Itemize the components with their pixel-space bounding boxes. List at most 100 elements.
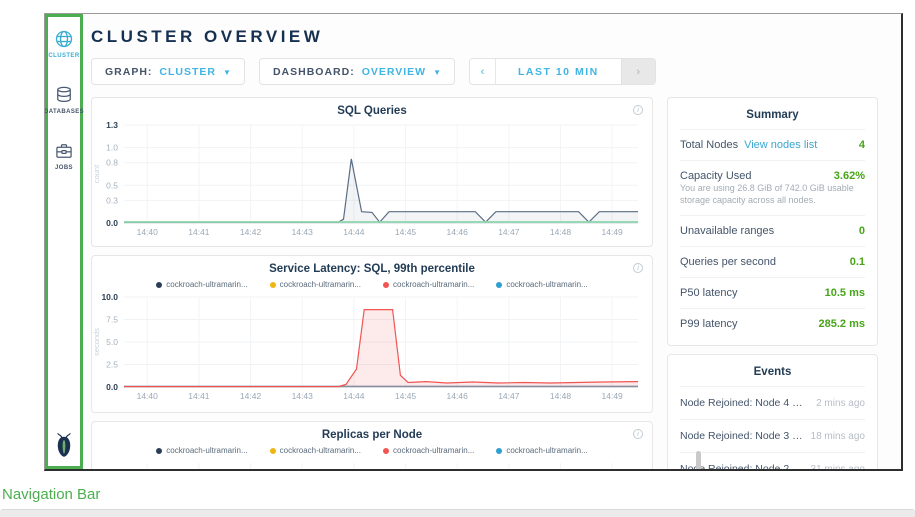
database-icon (54, 85, 74, 105)
event-row[interactable]: Node Rejoined: Node 4 rej... 2 mins ago (680, 386, 865, 419)
time-prev-button[interactable]: ‹ (470, 59, 496, 84)
svg-text:0.3: 0.3 (106, 195, 118, 205)
event-time: 31 mins ago (811, 464, 865, 472)
summary-title: Summary (680, 98, 865, 129)
replicas-per-node-chart-card: Replicas per Node i cockroach-ultramarin… (91, 421, 653, 471)
svg-text:14:42: 14:42 (240, 391, 262, 401)
screenshot-stage: CLUSTER DATABASES (0, 0, 915, 517)
chevron-down-icon: ▼ (433, 68, 441, 77)
capacity-used-value: 3.62% (834, 170, 865, 182)
summary-panel: Summary Total Nodes View nodes list 4 (667, 97, 878, 346)
briefcase-icon (54, 141, 74, 161)
svg-text:14:45: 14:45 (395, 227, 417, 237)
time-range-label[interactable]: LAST 10 MIN (496, 59, 621, 84)
legend-label: cockroach-ultramarin... (280, 446, 361, 455)
page-title: CLUSTER OVERVIEW (91, 27, 901, 47)
info-icon[interactable]: i (633, 263, 643, 273)
time-range-selector: ‹ LAST 10 MIN › (469, 58, 656, 85)
p99-latency-label: P99 latency (680, 318, 737, 330)
info-icon[interactable]: i (633, 105, 643, 115)
sidebar-item-label: CLUSTER (48, 53, 79, 59)
navigation-bar: CLUSTER DATABASES (45, 14, 83, 469)
main-content: CLUSTER OVERVIEW GRAPH: CLUSTER ▼ DASHBO… (83, 14, 901, 469)
svg-text:0.5: 0.5 (106, 180, 118, 190)
svg-text:0.8: 0.8 (106, 158, 118, 168)
svg-text:14:40: 14:40 (137, 227, 159, 237)
svg-text:5.0: 5.0 (106, 337, 118, 347)
p99-latency-value: 285.2 ms (819, 318, 865, 330)
events-title: Events (680, 355, 865, 386)
info-icon[interactable]: i (633, 429, 643, 439)
legend-item: cockroach-ultramarin... (270, 280, 361, 289)
chart-canvas: 0.02.55.07.510.014:4014:4114:4214:4314:4… (92, 291, 646, 403)
sidebar-item-databases[interactable]: DATABASES (44, 85, 84, 115)
legend-label: cockroach-ultramarin... (506, 446, 587, 455)
svg-text:14:47: 14:47 (498, 227, 520, 237)
total-nodes-label: Total Nodes (680, 139, 738, 151)
svg-text:0.0: 0.0 (106, 218, 118, 228)
events-list: Node Rejoined: Node 4 rej...2 mins agoNo… (680, 386, 865, 471)
svg-text:1.0: 1.0 (106, 143, 118, 153)
svg-text:14:47: 14:47 (498, 391, 520, 401)
chart-canvas: 0.00.30.50.81.01.314:4014:4114:4214:4314… (92, 119, 646, 239)
time-next-button[interactable]: › (621, 59, 655, 84)
legend-dot-icon (270, 448, 276, 454)
chart-canvas: 400replicas (92, 457, 646, 471)
svg-text:2.5: 2.5 (106, 360, 118, 370)
right-column: Summary Total Nodes View nodes list 4 (667, 97, 878, 471)
chevron-down-icon: ▼ (223, 68, 231, 77)
sidebar-item-cluster[interactable]: CLUSTER (48, 29, 79, 59)
legend-item: cockroach-ultramarin... (270, 446, 361, 455)
svg-text:14:49: 14:49 (602, 391, 624, 401)
service-latency-chart-card: Service Latency: SQL, 99th percentile i … (91, 255, 653, 413)
cockroachdb-logo-icon[interactable] (53, 432, 75, 458)
event-row[interactable]: Node Rejoined: Node 3 rej...18 mins ago (680, 419, 865, 452)
summary-row-unavailable-ranges: Unavailable ranges 0 (680, 215, 865, 246)
scrollbar-thumb[interactable] (696, 451, 701, 471)
event-row[interactable]: Node Rejoined: Node 2 rej...31 mins ago (680, 452, 865, 471)
legend-dot-icon (270, 282, 276, 288)
view-nodes-list-link[interactable]: View nodes list (744, 139, 817, 151)
summary-row-p50: P50 latency 10.5 ms (680, 277, 865, 308)
legend-item: cockroach-ultramarin... (156, 280, 247, 289)
legend-label: cockroach-ultramarin... (393, 446, 474, 455)
legend-dot-icon (383, 448, 389, 454)
svg-text:seconds: seconds (92, 328, 101, 356)
chart-legend: cockroach-ultramarin... cockroach-ultrama… (92, 280, 652, 289)
legend-item: cockroach-ultramarin... (496, 280, 587, 289)
dashboard-dropdown-value: OVERVIEW (362, 66, 426, 78)
event-time: 2 mins ago (816, 398, 865, 409)
svg-text:14:49: 14:49 (602, 227, 624, 237)
graph-dropdown[interactable]: GRAPH: CLUSTER ▼ (91, 58, 245, 85)
dashboard-dropdown[interactable]: DASHBOARD: OVERVIEW ▼ (259, 58, 455, 85)
bottom-strip (0, 509, 915, 517)
graph-dropdown-value: CLUSTER (159, 66, 216, 78)
unavailable-ranges-label: Unavailable ranges (680, 225, 774, 237)
svg-text:14:48: 14:48 (550, 391, 572, 401)
capacity-caption: You are using 26.8 GiB of 742.0 GiB usab… (680, 182, 865, 215)
legend-label: cockroach-ultramarin... (166, 446, 247, 455)
sidebar-item-jobs[interactable]: JOBS (54, 141, 74, 171)
legend-dot-icon (156, 282, 162, 288)
chart-title: SQL Queries (92, 98, 652, 117)
svg-text:14:40: 14:40 (137, 391, 159, 401)
sidebar-item-label: JOBS (55, 165, 73, 171)
svg-text:14:41: 14:41 (188, 227, 210, 237)
svg-text:0.0: 0.0 (106, 382, 118, 392)
summary-row-total-nodes: Total Nodes View nodes list 4 (680, 129, 865, 160)
legend-label: cockroach-ultramarin... (506, 280, 587, 289)
event-text: Node Rejoined: Node 4 rej... (680, 397, 805, 409)
sql-queries-chart-card: SQL Queries i 0.00.30.50.81.01.314:4014:… (91, 97, 653, 247)
legend-item: cockroach-ultramarin... (383, 280, 474, 289)
dashboard-dropdown-label: DASHBOARD: (273, 66, 355, 78)
p50-latency-value: 10.5 ms (825, 287, 865, 299)
legend-dot-icon (496, 282, 502, 288)
unavailable-ranges-value: 0 (859, 225, 865, 237)
svg-text:10.0: 10.0 (101, 292, 118, 302)
legend-dot-icon (496, 448, 502, 454)
svg-text:7.5: 7.5 (106, 315, 118, 325)
globe-icon (54, 29, 74, 49)
legend-label: cockroach-ultramarin... (280, 280, 361, 289)
graph-dropdown-label: GRAPH: (105, 66, 152, 78)
legend-item: cockroach-ultramarin... (156, 446, 247, 455)
